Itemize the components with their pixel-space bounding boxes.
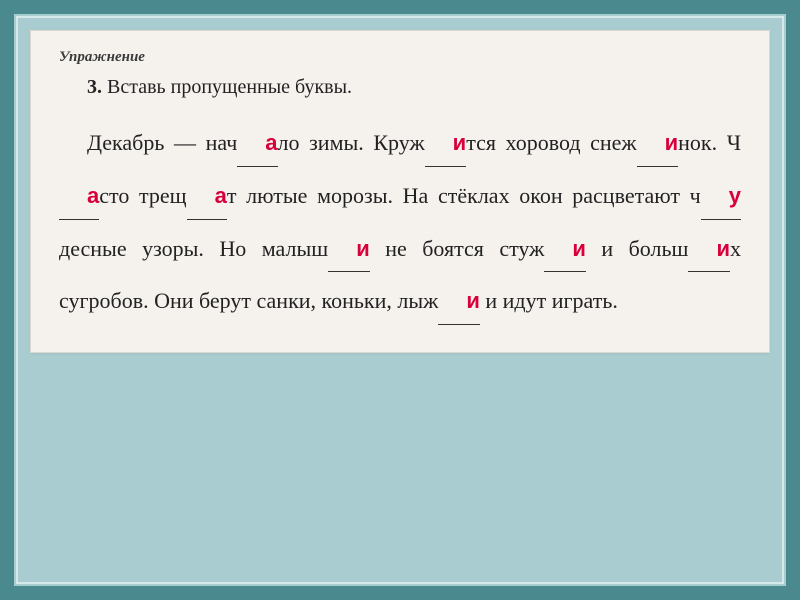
blank-4: а xyxy=(59,170,99,223)
blank-7: и xyxy=(328,223,370,276)
text-segment: Декабрь — нач xyxy=(87,130,237,155)
blank-6: у xyxy=(701,170,741,223)
blank-5: а xyxy=(187,170,227,223)
text-segment: сто трещ xyxy=(99,183,186,208)
exercise-body: Декабрь — начало зимы. Кружится хоровод … xyxy=(59,117,741,328)
task-number: 3. xyxy=(87,76,102,98)
exercise-label: Упражнение xyxy=(59,49,741,66)
task-line: 3. Вставь пропущенные буквы. xyxy=(59,76,741,99)
blank-1: а xyxy=(237,117,277,170)
paper-block: Упражнение 3. Вставь пропущенные буквы. … xyxy=(30,30,770,353)
blank-2: и xyxy=(425,117,467,170)
text-segment: ло зимы. Круж xyxy=(278,130,425,155)
text-segment: и больш xyxy=(586,236,689,261)
task-text: Вставь пропущенные буквы. xyxy=(107,76,352,98)
text-segment: не боятся стуж xyxy=(370,236,545,261)
blank-8: и xyxy=(544,223,586,276)
blank-9: и xyxy=(688,223,730,276)
blank-3: и xyxy=(637,117,679,170)
blank-10: и xyxy=(438,275,480,328)
text-segment: тся хоровод снеж xyxy=(466,130,636,155)
text-segment: десные узоры. Но ма­лыш xyxy=(59,236,328,261)
content-area: Упражнение 3. Вставь пропущенные буквы. … xyxy=(14,14,786,369)
text-segment: нок. Ч xyxy=(678,130,741,155)
slide-frame: Упражнение 3. Вставь пропущенные буквы. … xyxy=(0,0,800,600)
text-segment: т лютые морозы. На стёклах окон расцвета… xyxy=(227,183,701,208)
text-segment: и идут играть. xyxy=(480,288,618,313)
